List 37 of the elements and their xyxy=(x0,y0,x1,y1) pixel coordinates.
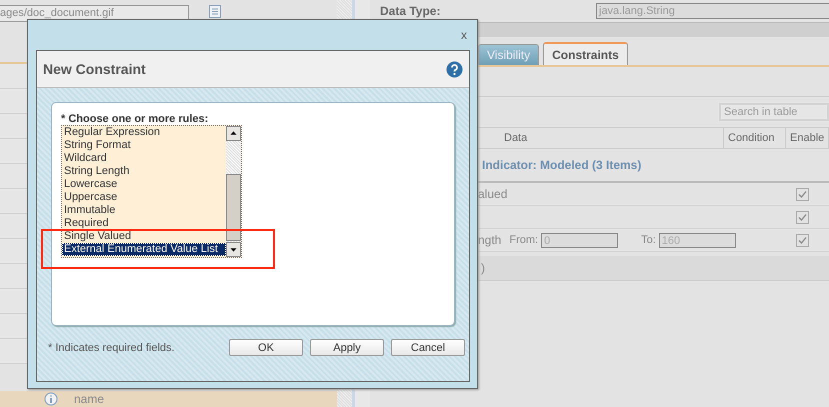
group-header: Indicator: Modeled (3 Items) xyxy=(482,158,642,172)
rules-listbox[interactable]: Regular Expression String Format Wildcard String Length Lowercase Uppercase Immutable Required Single Valued External Enumerated Value List xyxy=(61,125,242,258)
from-label: From: xyxy=(509,234,538,246)
rule-name: alued xyxy=(478,187,508,201)
rule-option[interactable]: Wildcard xyxy=(62,152,226,165)
dialog-button[interactable]: OK xyxy=(229,339,303,356)
info-icon xyxy=(44,392,58,406)
column-header[interactable]: Condition xyxy=(724,128,786,148)
close-button[interactable]: x xyxy=(461,28,467,42)
rule-option[interactable]: String Format xyxy=(62,139,226,152)
search-field[interactable]: Search in table xyxy=(719,103,829,121)
rule-option[interactable]: Uppercase xyxy=(62,191,226,204)
scrollbar[interactable] xyxy=(226,126,241,257)
column-header[interactable]: Enable xyxy=(786,128,829,148)
rule-option[interactable]: Required xyxy=(62,217,226,230)
rule-option[interactable]: Immutable xyxy=(62,204,226,217)
scroll-up-button[interactable] xyxy=(226,126,241,141)
data-type-label: Data Type: xyxy=(380,4,442,18)
scroll-down-button[interactable] xyxy=(226,242,241,257)
to-label: To: xyxy=(641,234,656,246)
dialog-title: New Constraint xyxy=(43,61,146,77)
name-text: name xyxy=(74,392,104,406)
rule-option[interactable]: String Length xyxy=(62,165,226,178)
rule-option[interactable]: External Enumerated Value List xyxy=(62,243,226,256)
dialog-button[interactable]: Cancel xyxy=(391,339,465,356)
rules-label: * Choose one or more rules: xyxy=(61,113,210,125)
rule-option[interactable]: Regular Expression xyxy=(62,126,226,139)
data-type-field: java.lang.String xyxy=(596,3,829,19)
required-note: * Indicates required fields. xyxy=(48,342,175,354)
group-footer-text: ) xyxy=(480,261,485,275)
dialog-button[interactable]: Apply xyxy=(310,339,384,356)
rule-option[interactable]: Lowercase xyxy=(62,178,226,191)
help-icon[interactable] xyxy=(446,60,463,78)
rule-name: ngth xyxy=(478,233,502,247)
rule-option[interactable]: Single Valued xyxy=(62,230,226,243)
tab[interactable]: Constraints xyxy=(543,42,628,65)
column-header[interactable]: Data xyxy=(500,128,724,148)
